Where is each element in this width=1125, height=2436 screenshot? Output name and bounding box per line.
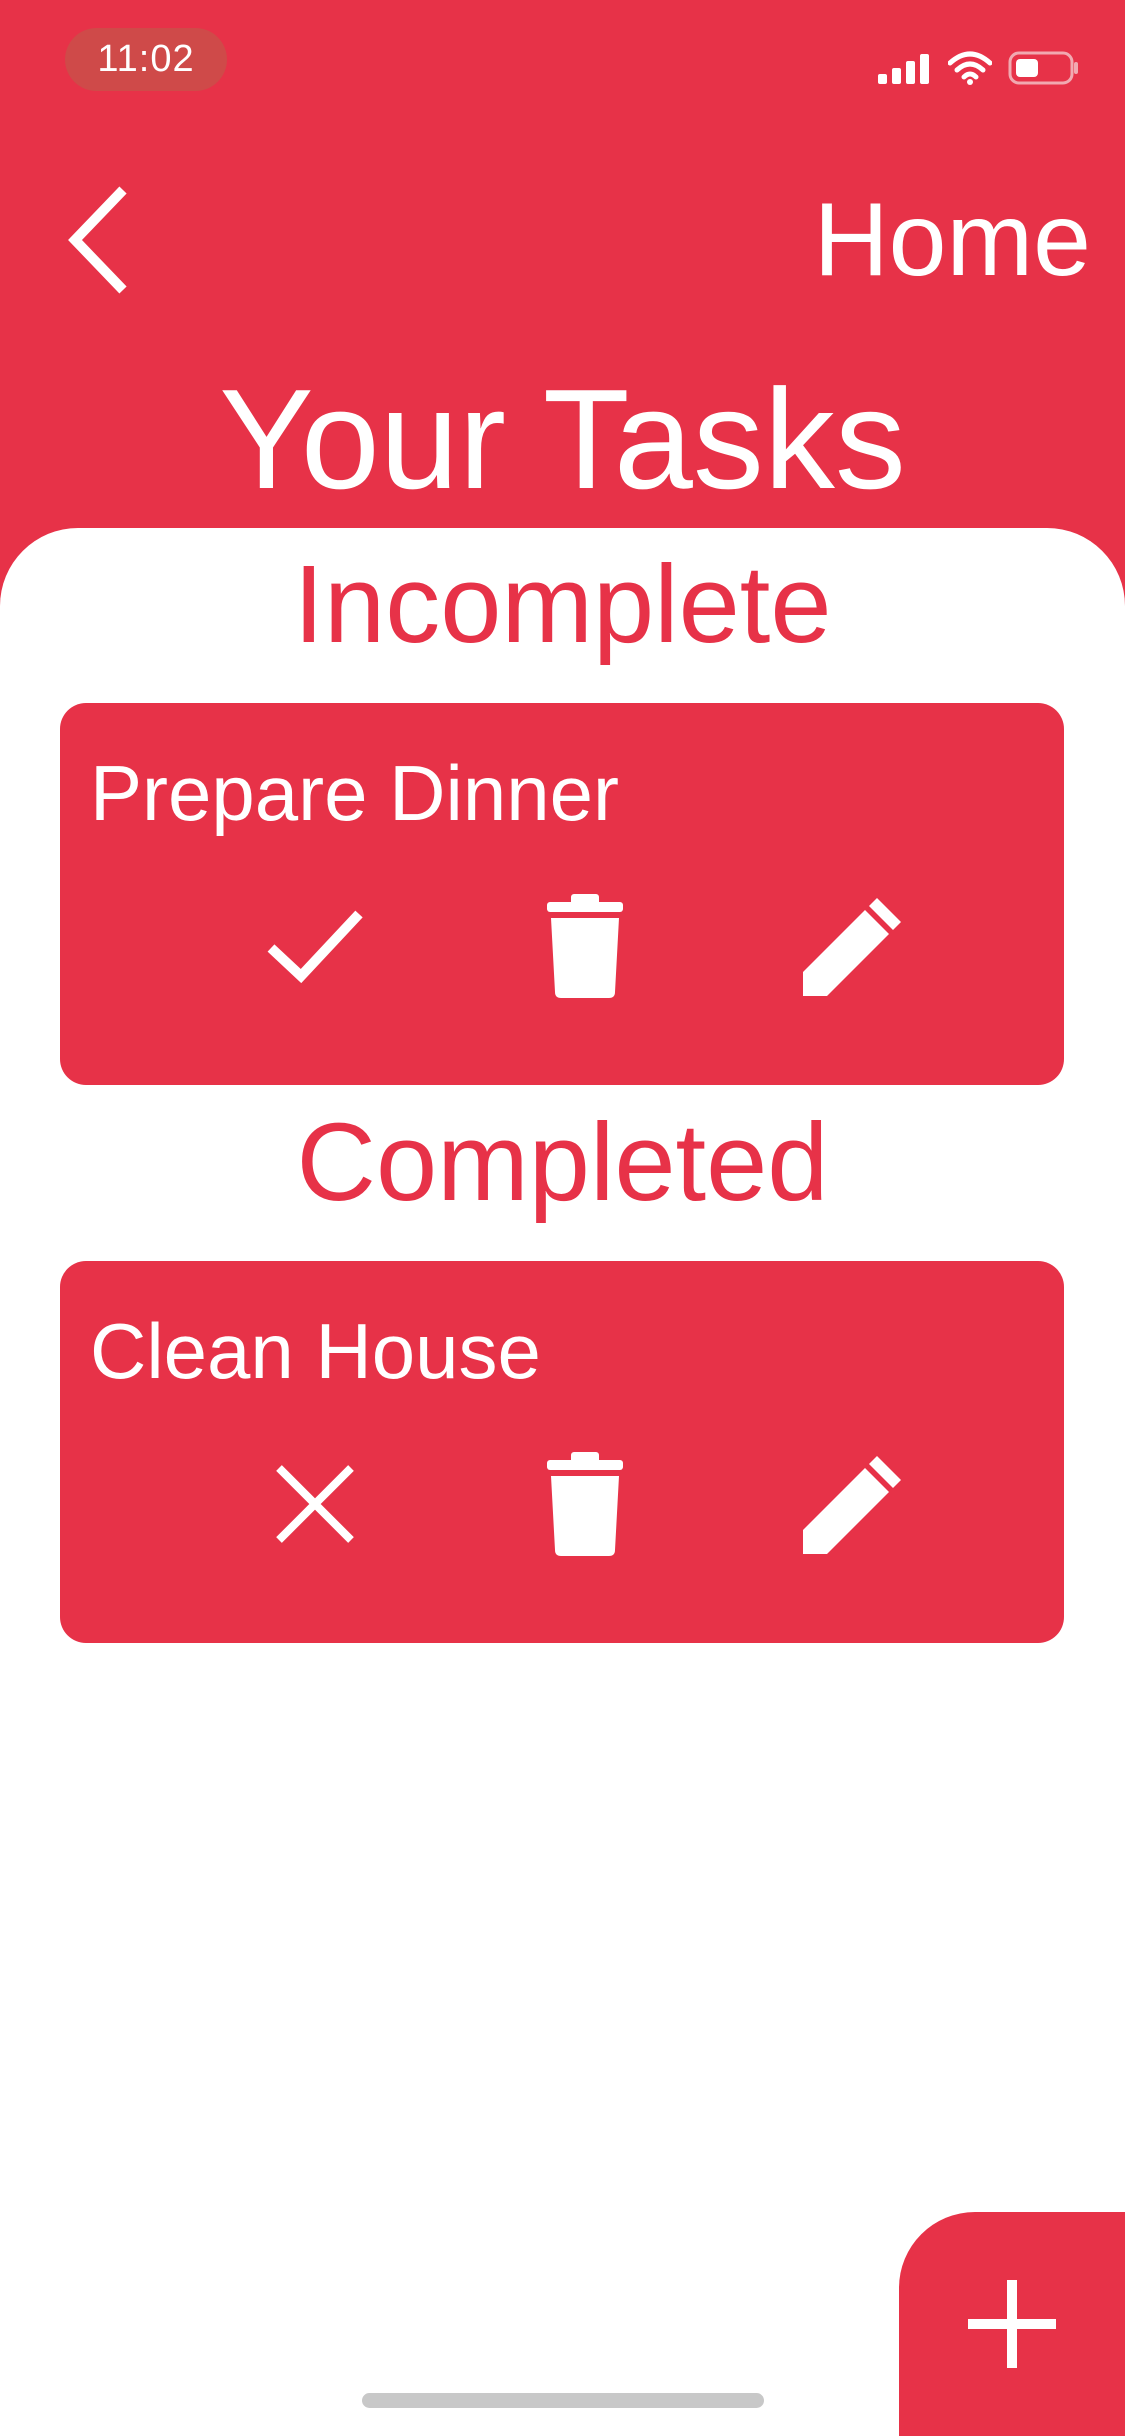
task-title: Clean House [90,1307,541,1395]
home-indicator [362,2393,764,2408]
back-button[interactable] [55,180,145,300]
mark-incomplete-button[interactable] [260,1449,370,1559]
plus-icon [968,2280,1056,2368]
delete-task-button[interactable] [530,1449,640,1559]
page-title: Your Tasks [219,360,906,519]
pencil-icon [803,898,901,996]
status-icons [878,48,1080,88]
wifi-icon [948,51,992,85]
add-task-button[interactable] [899,2212,1125,2436]
delete-task-button[interactable] [530,891,640,1001]
home-link[interactable]: Home [814,180,1091,300]
pencil-icon [803,1456,901,1554]
cellular-signal-icon [878,54,929,84]
x-icon [276,1465,354,1543]
edit-task-button[interactable] [798,1449,908,1559]
task-actions [60,1449,1064,1559]
completed-heading: Completed [296,1101,829,1224]
battery-icon [1008,51,1078,85]
chevron-left-icon [68,186,127,294]
checkmark-icon [267,910,363,984]
task-title: Prepare Dinner [90,749,619,837]
task-actions [60,891,1064,1001]
trash-icon [547,894,623,998]
task-card: Clean House [60,1261,1064,1643]
incomplete-heading: Incomplete [293,543,832,666]
edit-task-button[interactable] [798,891,908,1001]
status-time: 11:02 [65,28,227,91]
task-card: Prepare Dinner [60,703,1064,1085]
trash-icon [547,1452,623,1556]
complete-task-button[interactable] [260,891,370,1001]
